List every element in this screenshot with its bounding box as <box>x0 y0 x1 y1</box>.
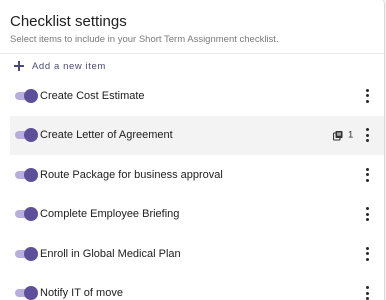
item-toggle[interactable] <box>15 207 38 222</box>
more-options-icon[interactable] <box>365 246 369 261</box>
page-subtitle: Select items to include in your Short Te… <box>10 34 279 45</box>
item-toggle[interactable] <box>15 128 38 143</box>
more-options-icon[interactable] <box>365 167 369 182</box>
header-divider <box>0 53 384 54</box>
more-options-icon[interactable] <box>365 286 369 300</box>
list-item: Create Cost Estimate <box>0 76 384 116</box>
list-item: Enroll in Global Medical Plan <box>0 234 384 274</box>
plus-icon <box>14 61 24 71</box>
checklist-settings-panel: Checklist settings Select items to inclu… <box>0 0 385 300</box>
attachment-badge[interactable]: 1 <box>333 130 353 141</box>
item-label: Route Package for business approval <box>40 168 223 181</box>
item-label: Complete Employee Briefing <box>40 208 180 221</box>
page-title: Checklist settings <box>10 13 127 30</box>
item-label: Create Cost Estimate <box>40 89 145 102</box>
item-toggle[interactable] <box>15 88 38 103</box>
more-options-icon[interactable] <box>365 88 369 103</box>
item-toggle[interactable] <box>15 167 38 182</box>
item-label: Create Letter of Agreement <box>40 129 173 142</box>
more-options-icon[interactable] <box>365 128 369 143</box>
list-item: Create Letter of Agreement 1 <box>10 115 384 155</box>
list-item: Route Package for business approval <box>0 155 384 195</box>
item-toggle[interactable] <box>15 246 38 261</box>
list-item: Complete Employee Briefing <box>0 195 384 235</box>
add-new-item-button[interactable]: Add a new item <box>14 58 106 74</box>
attachment-count: 1 <box>348 129 354 141</box>
item-label: Notify IT of move <box>40 287 123 300</box>
document-copy-icon <box>333 130 343 141</box>
item-toggle[interactable] <box>15 286 38 300</box>
list-item: Notify IT of move <box>0 274 384 300</box>
item-label: Enroll in Global Medical Plan <box>40 247 181 260</box>
checklist-items: Create Cost Estimate Create Letter of Ag… <box>0 76 384 300</box>
add-new-item-label: Add a new item <box>32 60 106 72</box>
more-options-icon[interactable] <box>365 207 369 222</box>
